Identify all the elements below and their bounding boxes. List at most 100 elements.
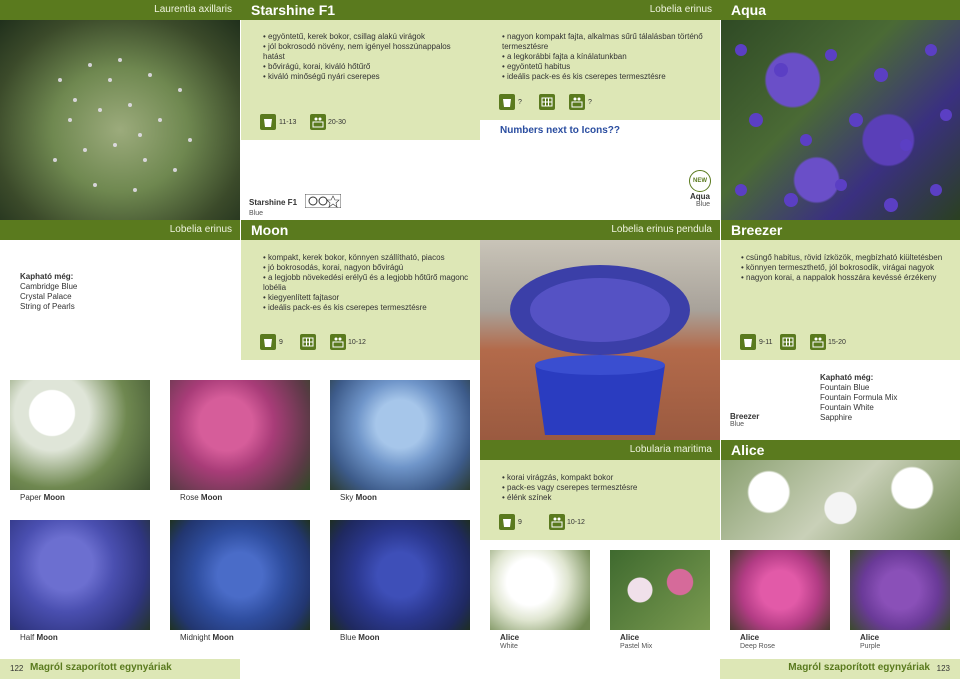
caption-color: Pastel Mix	[620, 643, 653, 650]
moon-bullets: kompakt, kerek bokor, könnyen szállíthat…	[263, 253, 473, 313]
sky-moon-photo	[330, 380, 470, 490]
bullet: a legkorábbi fajta a kínálatunkban	[502, 52, 712, 62]
breezer-label-name: Breezer	[730, 412, 760, 421]
bullet: a legjobb növekedési erélyű és a legjobb…	[263, 273, 473, 293]
left-footer: 122 Magról szaporított egynyáriak	[0, 659, 240, 679]
moon-title: Moon	[251, 222, 289, 238]
caption-name: Moon	[212, 633, 234, 642]
alice-photo	[721, 460, 960, 540]
aqua-photo	[721, 20, 960, 220]
alice-deep-rose-caption: Alice Deep Rose	[740, 633, 775, 651]
aqua-flowers	[735, 44, 952, 212]
bullet: jól bokrosodó növény, nem igényel hosszú…	[263, 42, 473, 62]
starshine-panel: egyöntetű, kerek bokor, csillag alakú vi…	[241, 20, 480, 140]
alice-bar: Alice	[721, 440, 960, 460]
footer-title: Magról szaporított egynyáriak	[788, 662, 930, 673]
lobularia-bar: Lobularia maritima	[480, 440, 720, 460]
right-footer: Magról szaporított egynyáriak 123	[720, 659, 960, 679]
page-number: 123	[936, 664, 950, 673]
moon-bar: Moon	[241, 220, 480, 240]
rose-moon-photo	[170, 380, 310, 490]
bullet: egyöntetű habitus	[502, 62, 712, 72]
bullet: kiváló minőségű nyári cserepes	[263, 72, 473, 82]
bullet: ideális pack-es és kis cserepes termeszt…	[502, 72, 712, 82]
sky-moon-caption: Sky Moon	[340, 493, 377, 502]
caption-prefix: Midnight	[180, 633, 213, 642]
midnight-moon-photo	[170, 520, 310, 630]
starshine-icon1-text: 11-13	[279, 119, 297, 126]
also-item: Sapphire	[820, 413, 853, 422]
moon-panel: kompakt, kerek bokor, könnyen szállíthat…	[241, 240, 480, 360]
rose-moon-caption: Rose Moon	[180, 493, 222, 502]
pot-icon	[260, 114, 276, 130]
alice-white-caption: Alice White	[500, 633, 519, 651]
caption-name: Moon	[358, 633, 380, 642]
aqua-icon3-text: ?	[588, 99, 592, 106]
caption-name: Moon	[200, 493, 223, 502]
lobelia-left-sci: Lobelia erinus	[169, 224, 232, 235]
caption-name: Alice	[620, 633, 640, 642]
also-available: Kapható még: Cambridge Blue Crystal Pala…	[20, 272, 77, 312]
bullet: nagyon kompakt fajta, alkalmas sűrű tála…	[502, 32, 712, 52]
caption-prefix: Rose	[180, 493, 201, 502]
bullet: pack-es vagy cserepes termesztésre	[502, 483, 712, 493]
bullet: egyöntetű, kerek bokor, csillag alakú vi…	[263, 32, 473, 42]
bullet: kiegyenlített fajtasor	[263, 293, 473, 303]
laurentia-bar: Laurentia axillaris	[0, 0, 240, 20]
laurentia-flowers	[53, 58, 192, 192]
starshine-title: Starshine F1	[251, 2, 336, 18]
award-icon	[305, 193, 342, 209]
blue-moon-caption: Blue Moon	[340, 633, 380, 642]
alice-deep-rose-photo	[730, 550, 830, 630]
seed-tray-icon	[330, 334, 346, 350]
aqua-intro-sci: Lobelia erinus	[649, 4, 712, 15]
tray-icon	[780, 334, 796, 350]
half-moon-photo	[10, 520, 150, 630]
aqua-label-name: Aqua	[690, 192, 710, 201]
alice-panel: korai virágzás, kompakt bokor pack-es va…	[480, 460, 720, 540]
aqua-bullets: nagyon kompakt fajta, alkalmas sűrű tála…	[502, 32, 712, 82]
bullet: könnyen termeszthető, jól bokrosodik, vi…	[741, 263, 956, 273]
caption-prefix: Paper	[20, 493, 44, 502]
bullet: ideális pack-es és kis cserepes termeszt…	[263, 303, 473, 313]
pot-icon	[499, 94, 515, 110]
also-item: Fountain Formula Mix	[820, 393, 898, 402]
seed-tray-icon	[569, 94, 585, 110]
lobularia-sci: Lobularia maritima	[629, 444, 712, 455]
pot-icon	[499, 514, 515, 530]
laurentia-photo	[0, 20, 240, 220]
pendula-sci: Lobelia erinus pendula	[611, 224, 712, 235]
paper-moon-caption: Paper Moon	[20, 493, 65, 502]
alice-icon2-text: 10-12	[567, 519, 585, 526]
caption-name: Alice	[500, 633, 520, 642]
also-item: String of Pearls	[20, 302, 75, 311]
aqua-label-color: Blue	[695, 201, 710, 208]
bullet: korai virágzás, kompakt bokor	[502, 473, 712, 483]
breezer-icon1-text: 9-11	[759, 339, 773, 346]
caption-prefix: Half	[20, 633, 37, 642]
caption-color: Deep Rose	[740, 643, 776, 650]
also-item: Fountain Blue	[820, 383, 870, 392]
caption-prefix: Blue	[340, 633, 359, 642]
aqua-label: Aqua Blue	[600, 192, 710, 208]
pot-with-lobelia	[510, 265, 690, 435]
tray-icon	[539, 94, 555, 110]
aqua-title: Aqua	[731, 2, 766, 18]
moon-icon1-text: 9	[279, 339, 283, 346]
bullet: csüngő habitus, rövid ízközök, megbízhat…	[741, 253, 956, 263]
bullet: jó bokrosodás, korai, nagyon bővirágú	[263, 263, 473, 273]
starshine-label: Starshine F1 Blue	[249, 192, 342, 217]
pot-icon	[740, 334, 756, 350]
alice-icon1-text: 9	[518, 519, 522, 526]
bullet: nagyon korai, a nappalok hosszára kevéss…	[741, 273, 956, 283]
caption-color: Purple	[860, 643, 881, 650]
bullet: bővirágú, korai, kiváló hőtűrő	[263, 62, 473, 72]
caption-color: White	[500, 643, 518, 650]
pot-icon	[260, 334, 276, 350]
also-item: Fountain White	[820, 403, 874, 412]
alice-pastel-photo	[610, 550, 710, 630]
numbers-note: Numbers next to Icons??	[500, 125, 621, 136]
alice-white-photo	[490, 550, 590, 630]
alice-bullets: korai virágzás, kompakt bokor pack-es va…	[502, 473, 712, 503]
also-item: Crystal Palace	[20, 292, 72, 301]
